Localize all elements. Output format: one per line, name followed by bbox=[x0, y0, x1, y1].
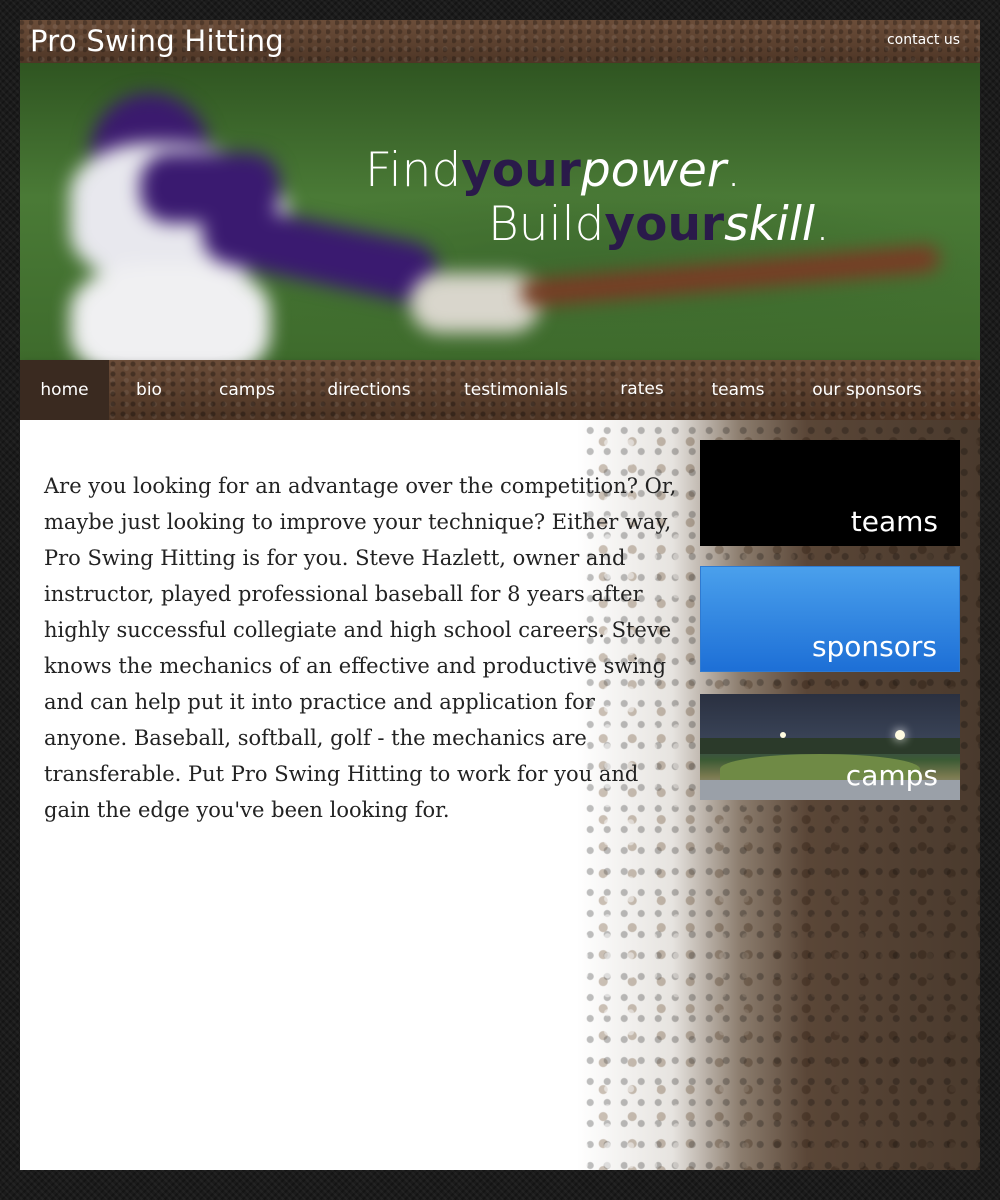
intro-paragraph: Are you looking for an advantage over th… bbox=[44, 474, 677, 822]
nav-rates[interactable]: rates bbox=[604, 360, 680, 420]
nav-our-sponsors[interactable]: our sponsors bbox=[796, 360, 938, 420]
hero-photo-bat bbox=[519, 244, 941, 308]
contact-us-link[interactable]: contact us bbox=[887, 32, 960, 48]
nav-teams[interactable]: teams bbox=[696, 360, 780, 420]
hero-word-build: Build bbox=[488, 197, 605, 252]
teams-card-label: teams bbox=[850, 505, 938, 538]
hero-word-find: Find bbox=[365, 143, 462, 198]
page-frame: Pro Swing Hitting contact us Findyourpow… bbox=[20, 20, 980, 1170]
hero-tagline-line1: Findyourpower. bbox=[365, 143, 741, 198]
hero-photo-gloves bbox=[410, 273, 540, 333]
hero-period: . bbox=[726, 143, 742, 198]
hero-word-your: your bbox=[604, 197, 725, 252]
nav-home[interactable]: home bbox=[20, 360, 109, 420]
sponsors-card-label: sponsors bbox=[811, 630, 937, 663]
nav-camps[interactable]: camps bbox=[202, 360, 292, 420]
sponsors-card[interactable]: sponsors bbox=[700, 566, 960, 672]
nav-directions[interactable]: directions bbox=[310, 360, 428, 420]
hero-word-your: your bbox=[461, 143, 581, 198]
camps-card-label: camps bbox=[845, 759, 938, 792]
hero-tagline-line2: Buildyourskill. bbox=[488, 197, 830, 252]
camps-card[interactable]: camps bbox=[700, 694, 960, 800]
hero-banner: Findyourpower. Buildyourskill. bbox=[20, 63, 980, 360]
main-nav: home bio camps directions testimonials r… bbox=[20, 360, 980, 420]
nav-bio[interactable]: bio bbox=[114, 360, 184, 420]
hero-word-skill: skill bbox=[724, 197, 815, 252]
hero-period: . bbox=[814, 197, 830, 252]
header-bar: Pro Swing Hitting contact us bbox=[20, 20, 980, 63]
nav-testimonials[interactable]: testimonials bbox=[448, 360, 584, 420]
hero-photo-batter bbox=[50, 73, 444, 360]
site-title[interactable]: Pro Swing Hitting bbox=[30, 24, 284, 58]
hero-word-power: power bbox=[580, 143, 727, 198]
teams-card[interactable]: teams bbox=[700, 440, 960, 546]
